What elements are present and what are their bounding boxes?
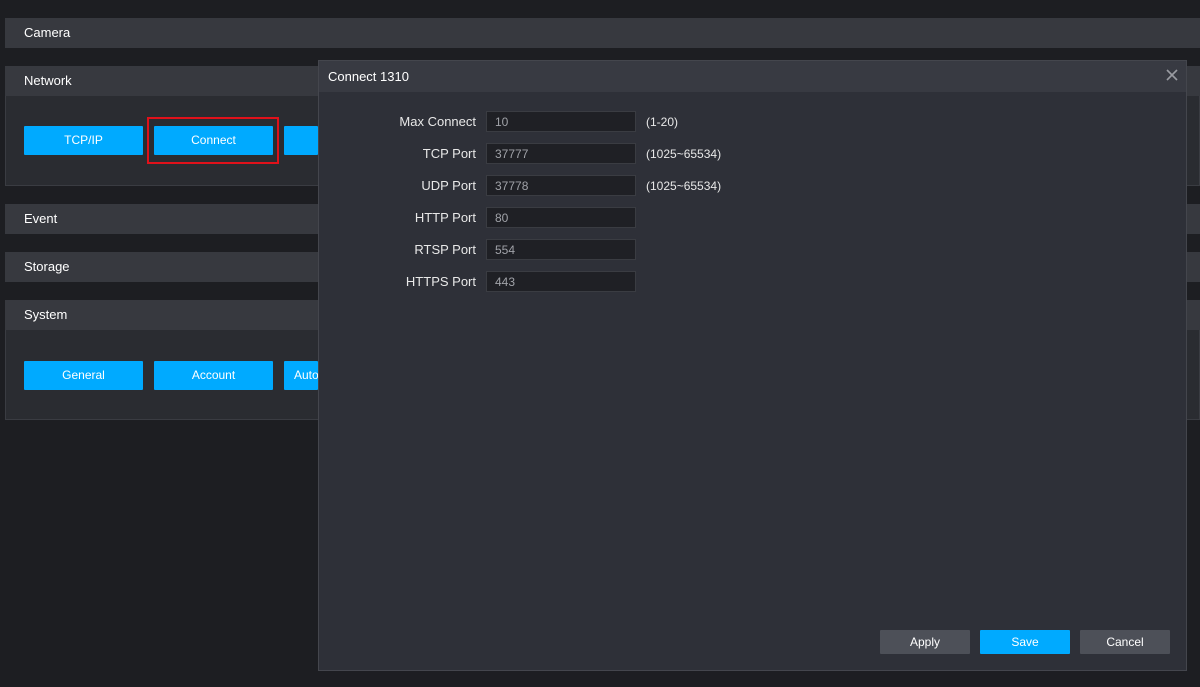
auto-maintain-button[interactable]: Auto <box>284 361 318 390</box>
dialog-title: Connect 1310 <box>328 69 409 84</box>
form-row-tcp-port: TCP Port (1025~65534) <box>319 143 1186 165</box>
section-title: Network <box>24 73 72 88</box>
connect-highlight <box>147 117 279 164</box>
account-button[interactable]: Account <box>154 361 273 390</box>
tcp-port-hint: (1025~65534) <box>646 147 722 161</box>
http-port-label: HTTP Port <box>414 210 476 225</box>
form-row-http-port: HTTP Port <box>319 207 1186 229</box>
section-title: System <box>24 307 68 322</box>
tcp-port-input[interactable] <box>486 143 636 164</box>
max-connect-hint: (1-20) <box>646 115 679 129</box>
section-title: Storage <box>24 259 70 274</box>
tcpip-button[interactable]: TCP/IP <box>24 126 143 155</box>
rtsp-port-label: RTSP Port <box>414 242 476 257</box>
apply-button[interactable]: Apply <box>880 630 970 654</box>
form-row-https-port: HTTPS Port <box>319 271 1186 293</box>
rtsp-port-input[interactable] <box>486 239 636 260</box>
section-header-camera[interactable]: Camera <box>5 18 1200 48</box>
form-row-max-connect: Max Connect (1-20) <box>319 111 1186 133</box>
section-title: Event <box>24 211 58 226</box>
https-port-label: HTTPS Port <box>405 274 476 289</box>
udp-port-label: UDP Port <box>421 178 476 193</box>
http-port-input[interactable] <box>486 207 636 228</box>
https-port-input[interactable] <box>486 271 636 292</box>
save-button[interactable]: Save <box>980 630 1070 654</box>
form-row-udp-port: UDP Port (1025~65534) <box>319 175 1186 197</box>
network-more-button[interactable] <box>284 126 318 155</box>
max-connect-input[interactable] <box>486 111 636 132</box>
udp-port-input[interactable] <box>486 175 636 196</box>
dialog-titlebar: Connect 1310 <box>319 61 1186 92</box>
tcp-port-label: TCP Port <box>422 146 476 161</box>
form-row-rtsp-port: RTSP Port <box>319 239 1186 261</box>
udp-port-hint: (1025~65534) <box>646 179 722 193</box>
connect-dialog: Connect 1310 Max Connect (1-20) TCP Port… <box>318 60 1187 671</box>
general-button[interactable]: General <box>24 361 143 390</box>
section-title: Camera <box>24 25 71 40</box>
max-connect-label: Max Connect <box>399 114 476 129</box>
cancel-button[interactable]: Cancel <box>1080 630 1170 654</box>
close-icon[interactable] <box>1164 67 1180 83</box>
